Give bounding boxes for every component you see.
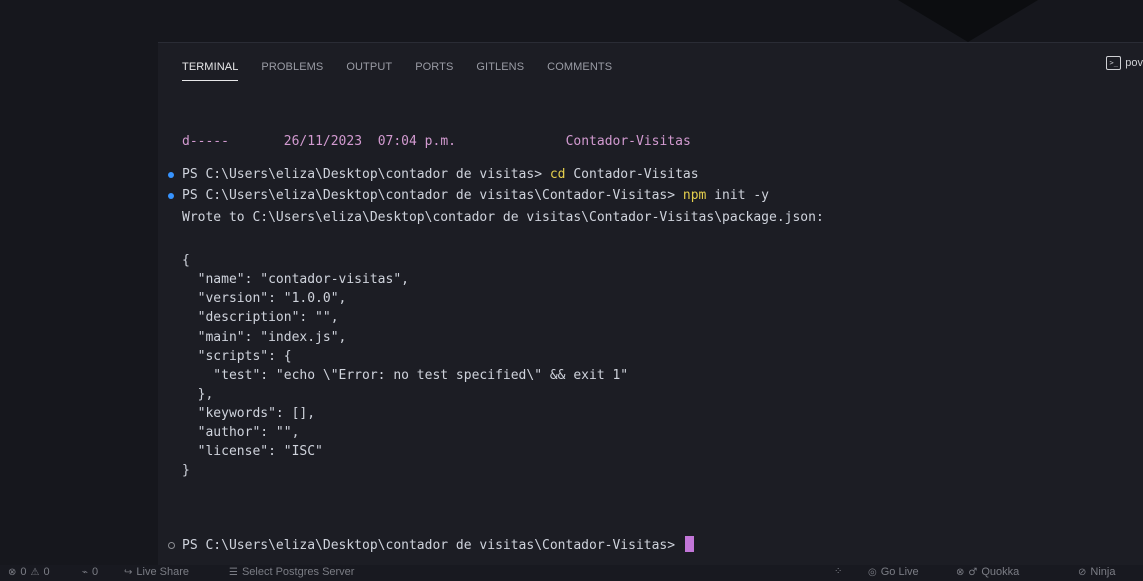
- dir-time: 07:04 p.m.: [377, 134, 456, 149]
- command-line-current[interactable]: PS C:\Users\eliza\Desktop\contador de vi…: [182, 536, 694, 554]
- prompt-text: PS C:\Users\eliza\Desktop\contador de vi…: [182, 538, 683, 553]
- dir-name: Contador-Visitas: [565, 134, 691, 149]
- prompt-text: PS C:\Users\eliza\Desktop\contador de vi…: [182, 167, 550, 182]
- notifications-button[interactable]: ⁘: [834, 566, 842, 577]
- json-line: "main": "index.js",: [182, 330, 347, 345]
- command-line-1: PS C:\Users\eliza\Desktop\contador de vi…: [182, 166, 699, 184]
- command-args: init -y: [706, 188, 770, 203]
- json-line: "name": "contador-visitas",: [182, 272, 409, 287]
- command-args: Contador-Visitas: [565, 167, 699, 182]
- ninja-icon: ⊘: [1078, 566, 1087, 578]
- warning-icon: ⚠: [30, 566, 40, 578]
- json-line: "description": "",: [182, 310, 339, 325]
- status-bar: ⊗ 0 ⚠ 0 ⌁ 0 ↪ Live Share ☰ Select Postgres Se…: [0, 565, 1143, 581]
- database-icon: ☰: [229, 566, 238, 578]
- command-line-2: PS C:\Users\eliza\Desktop\contador de vi…: [182, 187, 769, 205]
- command-name: cd: [549, 167, 566, 182]
- command-name: npm: [682, 188, 707, 203]
- json-line: },: [182, 387, 214, 402]
- dir-entry-line: d----- 26/11/2023 07:04 p.m. Contador-Vi…: [182, 133, 691, 151]
- live-share-button[interactable]: ↪ Live Share: [124, 566, 189, 578]
- live-share-icon: ↪: [124, 566, 133, 578]
- sidebar-area: [0, 0, 158, 565]
- json-line: "scripts": {: [182, 349, 292, 364]
- copilot-icon: ⊗: [956, 566, 965, 578]
- dots-icon: ⁘: [834, 566, 843, 577]
- terminal-output[interactable]: d----- 26/11/2023 07:04 p.m. Contador-Vi…: [158, 0, 1143, 565]
- json-line: "test": "echo \"Error: no test specified…: [182, 368, 629, 383]
- json-line: "keywords": [],: [182, 406, 316, 421]
- terminal-cursor: [684, 536, 694, 552]
- radio-tower-icon: ⌁: [82, 566, 89, 578]
- dir-mode: d-----: [182, 134, 229, 149]
- problems-status[interactable]: ⊗ 0 ⚠ 0: [8, 566, 50, 578]
- prompt-success-dot: [168, 172, 174, 178]
- ninja-button[interactable]: ⊘ Ninja: [1078, 566, 1115, 578]
- ports-status[interactable]: ⌁ 0: [82, 566, 98, 578]
- dir-date: 26/11/2023: [283, 134, 363, 149]
- quokka-button[interactable]: ⊗ ♂ Quokka: [956, 566, 1019, 578]
- prompt-success-dot: [168, 193, 174, 199]
- quokka-icon: ♂: [968, 566, 978, 578]
- postgres-server-button[interactable]: ☰ Select Postgres Server: [229, 566, 354, 578]
- prompt-text: PS C:\Users\eliza\Desktop\contador de vi…: [182, 188, 683, 203]
- json-line: {: [182, 253, 190, 268]
- error-icon: ⊗: [8, 566, 17, 578]
- json-line: "author": "",: [182, 425, 300, 440]
- json-line: "license": "ISC": [182, 444, 323, 459]
- json-line: "version": "1.0.0",: [182, 291, 347, 306]
- broadcast-icon: ◎: [868, 566, 877, 578]
- wrote-line: Wrote to C:\Users\eliza\Desktop\contador…: [182, 210, 824, 225]
- go-live-button[interactable]: ◎ Go Live: [868, 566, 919, 578]
- prompt-idle-dot: [168, 542, 175, 549]
- json-line: }: [182, 463, 190, 478]
